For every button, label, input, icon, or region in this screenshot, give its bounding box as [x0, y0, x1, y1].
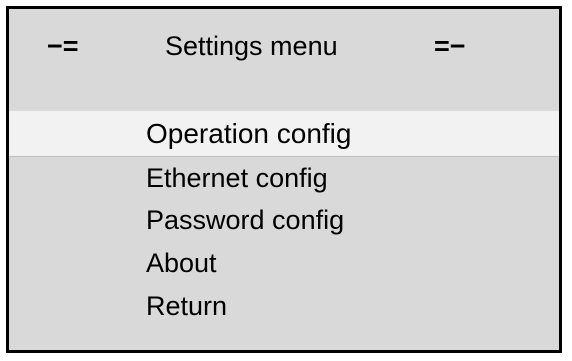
- menu-item-label: Return: [146, 291, 228, 321]
- menu-item-label: Ethernet config: [146, 163, 328, 193]
- menu-item-return[interactable]: Return: [9, 285, 559, 328]
- menu-item-ethernet-config[interactable]: Ethernet config: [9, 156, 559, 199]
- screen: −= Settings menu =− Operation config Eth…: [0, 0, 572, 361]
- menu-item-label: About: [146, 248, 217, 278]
- title-right-decoration: =−: [434, 31, 466, 61]
- settings-menu-panel: −= Settings menu =− Operation config Eth…: [6, 6, 562, 353]
- menu-title: Settings menu: [165, 31, 338, 61]
- menu-item-label: Password config: [146, 205, 345, 235]
- menu-item-label: Operation config: [146, 118, 352, 149]
- menu-header: −= Settings menu =−: [9, 29, 559, 63]
- menu-item-operation-config[interactable]: Operation config: [9, 111, 559, 156]
- menu-item-about[interactable]: About: [9, 242, 559, 285]
- title-left-decoration: −=: [47, 31, 79, 61]
- menu-item-password-config[interactable]: Password config: [9, 199, 559, 242]
- menu-list: Operation config Ethernet config Passwor…: [9, 111, 559, 328]
